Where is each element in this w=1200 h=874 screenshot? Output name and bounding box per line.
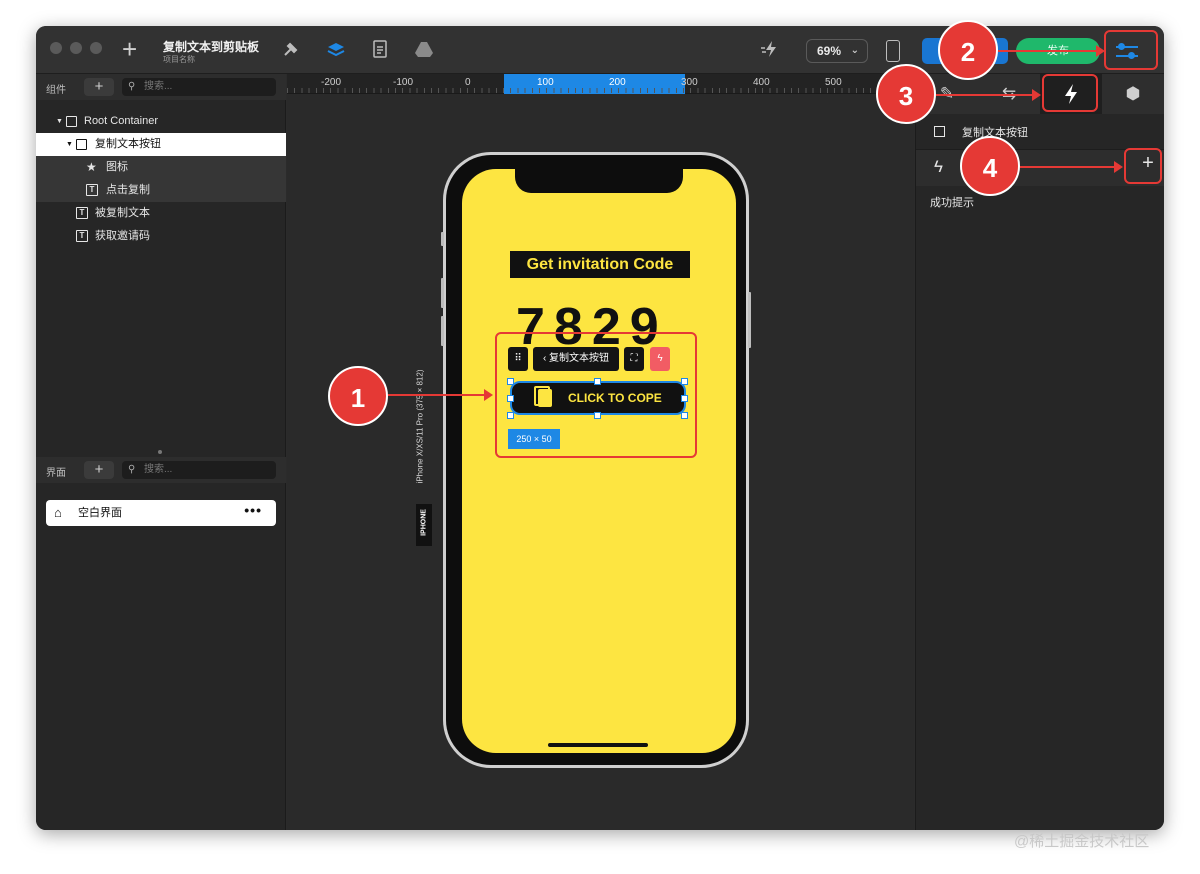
chevron-down-icon: ⌄ xyxy=(850,45,859,56)
tree-item-get-code[interactable]: T 获取邀请码 xyxy=(36,225,286,248)
phone-side-button xyxy=(748,292,751,348)
phone-screen[interactable]: Get invitation Code 7829 ⠿ ‹ 复制文本按钮 ⛶ ϟ … xyxy=(462,169,736,753)
invitation-title[interactable]: Get invitation Code xyxy=(510,251,690,278)
ruler-tick: 500 xyxy=(825,77,842,88)
drive-icon[interactable] xyxy=(414,40,434,60)
tree-item-copy-button[interactable]: ▼ 复制文本按钮 xyxy=(36,133,286,156)
caret-down-icon: ▼ xyxy=(66,141,73,148)
annotation-arrowhead xyxy=(1114,161,1123,173)
maximize-window-button[interactable] xyxy=(90,42,102,54)
phone-side-button xyxy=(441,316,444,346)
ruler-tick: -200 xyxy=(321,77,342,88)
zoom-select[interactable]: 69% ⌄ xyxy=(806,39,868,63)
container-icon xyxy=(66,116,77,127)
tab-components[interactable]: ⬢ xyxy=(1102,74,1164,114)
screens-label: 界面 xyxy=(46,468,66,479)
annotation-highlight-2 xyxy=(1104,30,1158,70)
components-search-input[interactable]: ⚲ 搜索... xyxy=(122,78,276,96)
star-icon: ★ xyxy=(86,160,97,174)
screens-header: 界面 + ⚲ 搜索... xyxy=(36,457,286,483)
components-label: 组件 xyxy=(46,85,66,96)
annotation-highlight-3 xyxy=(1042,74,1098,112)
more-options-icon[interactable]: ••• xyxy=(244,497,262,523)
annotation-arrowhead xyxy=(1096,45,1105,57)
text-layer-icon: T xyxy=(86,184,98,196)
annotation-arrow-3 xyxy=(936,94,1032,96)
left-panel: 组件 + ⚲ 搜索... ▼ Root Container ▼ 复制文本按钮 ★ … xyxy=(36,74,286,830)
event-name: 成功提示 xyxy=(930,197,974,209)
ruler-tick: 300 xyxy=(681,77,698,88)
components-header: 组件 + ⚲ 搜索... xyxy=(36,74,286,100)
panel-resize-handle[interactable] xyxy=(158,450,162,454)
device-tag-text: IPHONE xyxy=(420,509,428,536)
home-icon: ⌂ xyxy=(54,505,62,520)
horizontal-ruler: -200 -100 0 100 200 300 400 500 xyxy=(287,74,914,94)
tree-item-label: Root Container xyxy=(84,115,158,127)
screens-search-input[interactable]: ⚲ 搜索... xyxy=(122,461,276,479)
text-layer-icon: T xyxy=(76,230,88,242)
tree-item-label: 点击复制 xyxy=(106,184,150,196)
search-placeholder: 搜索... xyxy=(144,81,173,92)
minimize-window-button[interactable] xyxy=(70,42,82,54)
annotation-highlight-1 xyxy=(495,332,697,458)
project-title: 复制文本到剪贴板 xyxy=(163,40,260,54)
ruler-tick: 0 xyxy=(465,77,471,88)
device-tag: IPHONE xyxy=(416,504,432,546)
phone-bezel: Get invitation Code 7829 ⠿ ‹ 复制文本按钮 ⛶ ϟ … xyxy=(446,155,746,765)
lightning-icon: ϟ xyxy=(934,157,943,176)
screen-item[interactable]: ⌂ 空白界面 ••• xyxy=(46,500,276,526)
annotation-arrowhead xyxy=(484,389,493,401)
zoom-value: 69% xyxy=(817,44,842,58)
close-window-button[interactable] xyxy=(50,42,62,54)
ruler-tick: 200 xyxy=(609,77,626,88)
selected-element-row[interactable]: 复制文本按钮 xyxy=(916,114,1164,150)
screen-item-label: 空白界面 xyxy=(78,507,122,519)
tree-item-copied-text[interactable]: T 被复制文本 xyxy=(36,202,286,225)
annotation-badge-2: 2 xyxy=(938,20,998,80)
search-icon: ⚲ xyxy=(128,81,136,92)
annotation-highlight-4 xyxy=(1124,148,1162,184)
tree-item-label: 被复制文本 xyxy=(95,207,150,219)
tree-item-icon[interactable]: ★ 图标 xyxy=(36,156,286,179)
annotation-arrow-1 xyxy=(384,394,484,396)
event-item[interactable]: 成功提示 xyxy=(916,192,1164,212)
ruler-tick: -100 xyxy=(393,77,414,88)
tree-item-label: 图标 xyxy=(106,161,128,173)
ruler-tick: 100 xyxy=(537,77,554,88)
add-plus-icon[interactable]: + xyxy=(122,36,137,62)
ruler-tick: 400 xyxy=(753,77,770,88)
phone-side-button xyxy=(441,232,444,246)
design-canvas[interactable]: -200 -100 0 100 200 300 400 500 iPhone X… xyxy=(287,74,914,830)
search-icon: ⚲ xyxy=(128,464,136,475)
preview-lightning-icon[interactable] xyxy=(760,40,780,60)
tree-item-click-copy[interactable]: T 点击复制 xyxy=(36,179,286,202)
iphone-frame: Get invitation Code 7829 ⠿ ‹ 复制文本按钮 ⛶ ϟ … xyxy=(441,152,751,768)
tree-item-root[interactable]: ▼ Root Container xyxy=(36,110,286,133)
annotation-badge-4: 4 xyxy=(960,136,1020,196)
right-panel: ✎ ⇆ ⬢ 复制文本按钮 ϟ + 成功提示 xyxy=(915,74,1164,830)
tree-item-label: 获取邀请码 xyxy=(95,230,150,242)
device-preview-icon[interactable] xyxy=(886,40,900,62)
annotation-badge-1: 1 xyxy=(328,366,388,426)
layers-icon[interactable] xyxy=(326,40,346,60)
container-icon xyxy=(934,126,945,137)
phone-side-button xyxy=(441,278,444,308)
search-placeholder: 搜索... xyxy=(144,464,173,475)
add-screen-button[interactable]: + xyxy=(84,461,114,479)
caret-down-icon: ▼ xyxy=(56,118,63,125)
annotation-arrowhead xyxy=(1032,89,1041,101)
annotation-arrow-2 xyxy=(998,50,1096,52)
tree-item-label: 复制文本按钮 xyxy=(95,138,161,150)
annotation-badge-3: 3 xyxy=(876,64,936,124)
hammer-icon[interactable] xyxy=(281,40,301,60)
text-layer-icon: T xyxy=(76,207,88,219)
container-icon xyxy=(76,139,87,150)
document-icon[interactable] xyxy=(370,40,390,60)
add-component-button[interactable]: + xyxy=(84,78,114,96)
project-subtitle: 项目名称 xyxy=(163,55,195,64)
annotation-arrow-4 xyxy=(1020,166,1114,168)
phone-notch xyxy=(515,169,683,193)
home-indicator xyxy=(548,743,648,747)
watermark: @稀土掘金技术社区 xyxy=(1014,833,1150,850)
